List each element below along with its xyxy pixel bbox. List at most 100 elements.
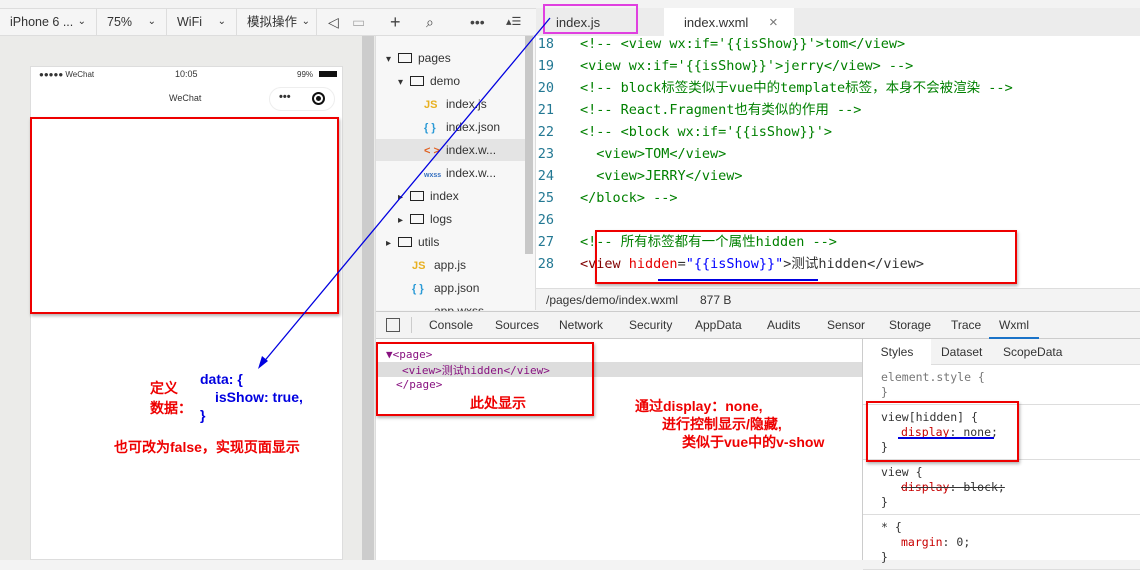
- tab-appdata[interactable]: AppData: [695, 312, 742, 339]
- chevron-down-icon: ⌄: [301, 16, 310, 27]
- data-line: data: {: [200, 371, 243, 387]
- tab-audits[interactable]: Audits: [767, 312, 800, 339]
- rule-selector: view {: [881, 465, 923, 479]
- tree-item-json[interactable]: { } app.json: [398, 277, 536, 299]
- tab-sensor[interactable]: Sensor: [827, 312, 865, 339]
- tab-storage[interactable]: Storage: [889, 312, 931, 339]
- network-select[interactable]: WiFi ⌄: [167, 9, 237, 35]
- line-number: 18: [537, 36, 554, 52]
- rule-end: }: [881, 550, 888, 564]
- folder-icon: [410, 191, 424, 201]
- define-label-2: 数据：: [150, 400, 192, 416]
- style-rule[interactable]: element.style {}: [863, 366, 1140, 405]
- line-number: 26: [537, 212, 554, 228]
- tree-item-js[interactable]: JS index.js: [410, 93, 536, 115]
- more-icon[interactable]: •••: [279, 91, 291, 103]
- code-line: 21 <!-- React.Fragment也有类似的作用 -->: [536, 99, 862, 121]
- tab-dataset[interactable]: Dataset: [941, 339, 982, 366]
- tree-item-folder[interactable]: ▾ pages: [386, 47, 536, 69]
- chevron-down-icon: ⌄: [147, 16, 156, 27]
- tab-trace[interactable]: Trace: [951, 312, 981, 339]
- tab-index-wxml[interactable]: index.wxml ×: [664, 8, 794, 36]
- search-icon[interactable]: ⌕: [426, 9, 434, 35]
- tree-item-json[interactable]: { } index.json: [410, 116, 536, 138]
- line-number: 22: [537, 124, 554, 140]
- simulator-scrollbar[interactable]: [362, 36, 374, 560]
- tree-item-label: pages: [418, 51, 451, 65]
- code-highlight: [595, 230, 1017, 284]
- tree-item-js[interactable]: JS app.js: [398, 254, 536, 276]
- property-value: : 0;: [942, 535, 971, 549]
- inspect-icon[interactable]: [386, 318, 400, 332]
- battery-icon: [319, 71, 337, 77]
- explain-note-3: 类似于vue中的v-show: [682, 434, 825, 450]
- rule-end: }: [881, 385, 888, 399]
- plus-icon[interactable]: +: [390, 9, 401, 35]
- code-line: 23 <view>TOM</view>: [536, 143, 727, 165]
- device-select[interactable]: iPhone 6 ... ⌄: [0, 9, 97, 35]
- tab-scopedata[interactable]: ScopeData: [1003, 339, 1062, 366]
- simulate-label: 模拟操作: [247, 15, 298, 29]
- wxss-file-icon: wxss: [424, 172, 442, 179]
- close-circle-icon[interactable]: [312, 92, 325, 105]
- code-text: <!-- <block wx:if='{{isShow}}'>: [580, 124, 832, 140]
- rule-selector: * {: [881, 520, 902, 534]
- tab-wxml[interactable]: Wxml: [989, 312, 1039, 339]
- tree-scrollbar[interactable]: [525, 36, 533, 254]
- folder-icon: [410, 76, 424, 86]
- tree-item-label: utils: [418, 235, 440, 249]
- data-line: }: [200, 407, 206, 423]
- tree-item-folder[interactable]: ▾ demo: [398, 70, 536, 92]
- device-label: iPhone 6 ...: [10, 15, 74, 29]
- folder-icon: [398, 53, 412, 63]
- tab-sources[interactable]: Sources: [495, 312, 539, 339]
- tree-item-folder[interactable]: ▸ utils: [386, 231, 536, 253]
- tree-item-label: index.json: [446, 120, 501, 134]
- capsule-button[interactable]: •••: [269, 87, 335, 111]
- code-text: <!-- block标签类似于vue中的template标签，本身不会被渲染 -…: [580, 80, 1013, 96]
- code-line: 26: [536, 209, 580, 231]
- js-file-icon: JS: [424, 99, 438, 111]
- code-line: 25 </block> -->: [536, 187, 678, 209]
- tree-item-folder[interactable]: ▸ logs: [398, 208, 536, 230]
- caret-right-icon: ▸: [386, 238, 392, 249]
- code-text: <view wx:if='{{isShow}}'>jerry</view> --…: [580, 58, 914, 74]
- tab-network[interactable]: Network: [559, 312, 603, 339]
- caret-right-icon: ▸: [398, 192, 404, 203]
- window-icon[interactable]: ▭: [352, 9, 365, 35]
- editor-statusbar: /pages/demo/index.wxml 877 B: [536, 288, 1140, 311]
- property-value: : block;: [949, 480, 1005, 494]
- code-text: </block> -->: [580, 190, 678, 206]
- tab-console[interactable]: Console: [429, 312, 473, 339]
- speaker-icon[interactable]: ◁: [328, 9, 339, 35]
- more-icon[interactable]: •••: [470, 9, 485, 35]
- rule-end: }: [881, 495, 888, 509]
- tree-item-label: demo: [430, 74, 461, 88]
- tree-item-wxml[interactable]: < > index.w...: [376, 139, 526, 161]
- tab-label: index.wxml: [684, 15, 749, 30]
- tree-item-label: index.js: [446, 97, 487, 111]
- zoom-select[interactable]: 75% ⌄: [97, 9, 167, 35]
- define-label: 定义: [150, 380, 178, 396]
- tree-item-wxss[interactable]: wxss index.w...: [410, 162, 536, 184]
- js-file-icon: JS: [412, 260, 426, 272]
- tree-item-label: logs: [430, 212, 453, 226]
- line-number: 23: [537, 146, 554, 162]
- style-property[interactable]: margin: 0;: [881, 535, 1123, 550]
- code-line: 18 <!-- <view wx:if='{{isShow}}'>tom</vie…: [536, 33, 905, 55]
- tree-item-folder[interactable]: ▸ index: [398, 185, 536, 207]
- explain-note-2: 进行控制显示/隐藏,: [662, 416, 782, 432]
- caret-right-icon: ▸: [398, 215, 404, 226]
- tab-security[interactable]: Security: [629, 312, 672, 339]
- tab-styles[interactable]: Styles: [863, 339, 931, 365]
- network-label: WiFi: [177, 15, 202, 29]
- style-rule[interactable]: * {margin: 0;}: [863, 516, 1140, 570]
- caret-down-icon: ▾: [398, 77, 404, 88]
- style-property[interactable]: display: block;: [881, 480, 1123, 495]
- outline-icon[interactable]: ▴☰: [506, 9, 521, 35]
- simulate-select[interactable]: 模拟操作 ⌄: [237, 9, 317, 35]
- battery-status: 99%: [297, 70, 314, 79]
- style-rule[interactable]: view {display: block;}: [863, 461, 1140, 515]
- tree-item-label: index: [430, 189, 459, 203]
- code-text: <view>JERRY</view>: [580, 168, 743, 184]
